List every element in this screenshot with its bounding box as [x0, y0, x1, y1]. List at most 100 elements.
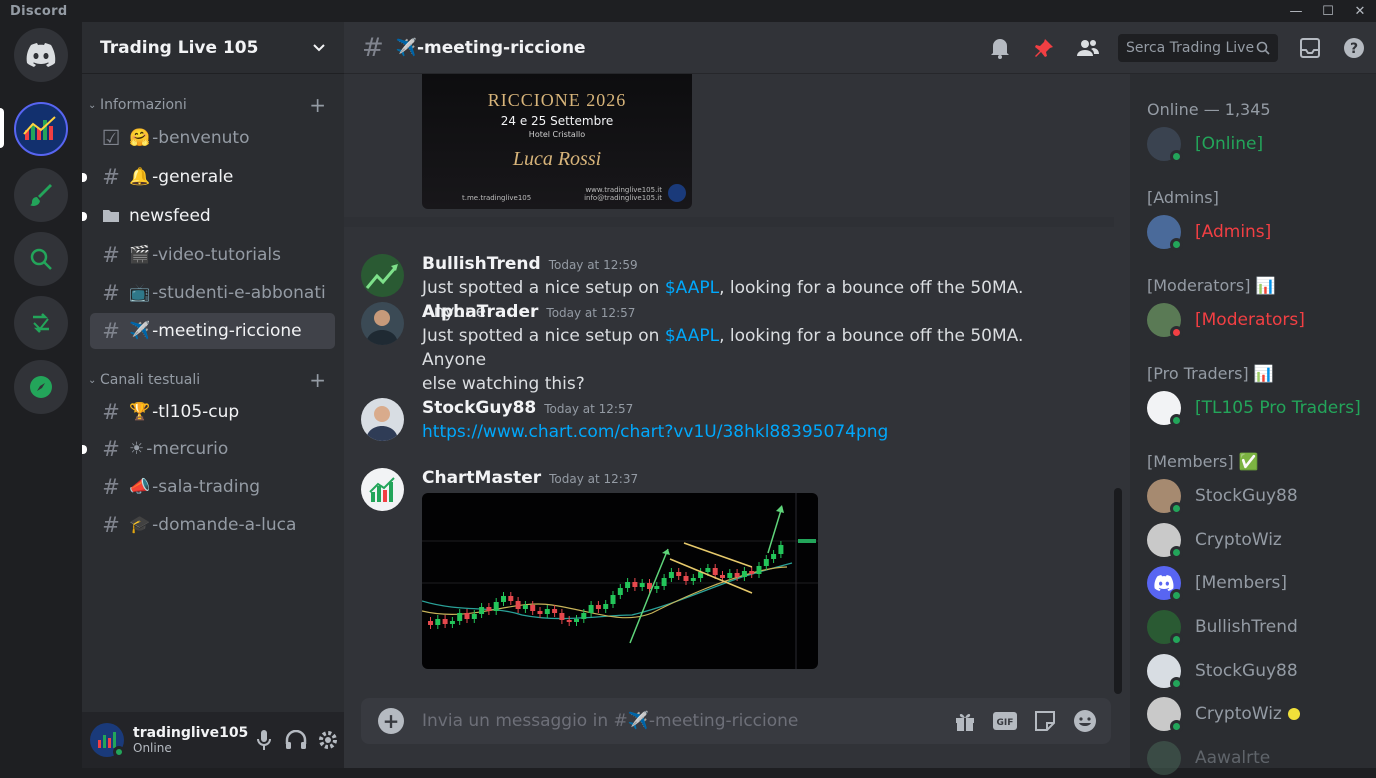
- candle-body: [668, 572, 674, 578]
- channel-mercurio[interactable]: # ☀ -mercurio: [90, 431, 335, 467]
- candle-body: [508, 596, 514, 601]
- hash-icon: #: [102, 281, 120, 305]
- app-title: Discord: [10, 3, 68, 19]
- category-informazioni[interactable]: ⌄ Informazioni +: [82, 93, 344, 117]
- chart-url-link[interactable]: https://www.chart.com/chart?vv1U/38hkl88…: [422, 422, 888, 442]
- explore-button[interactable]: [14, 232, 68, 286]
- member-list-toggle[interactable]: [1066, 22, 1110, 74]
- message-composer[interactable]: + Invia un messaggio in #✈️-meeting-ricc…: [361, 698, 1111, 744]
- message-author: StockGuy88 Today at 12:57: [422, 398, 633, 418]
- member-name: [Admins]: [1195, 222, 1272, 242]
- help-button[interactable]: ?: [1332, 22, 1376, 74]
- chart-up-icon: [369, 477, 395, 502]
- channel-meeting-riccione[interactable]: # ✈️ -meeting-riccione: [90, 313, 335, 349]
- inbox-icon: [1300, 38, 1320, 58]
- avatar[interactable]: [361, 468, 404, 511]
- sticker-button[interactable]: [1025, 698, 1065, 744]
- author-name[interactable]: BullishTrend: [422, 254, 541, 274]
- channel-label: -tl105-cup: [152, 402, 240, 422]
- member-item[interactable]: [Admins]: [1147, 212, 1372, 252]
- member-item[interactable]: StockGuy88: [1147, 476, 1372, 516]
- upload-button[interactable]: +: [378, 708, 404, 734]
- ticker-link[interactable]: $AAPL: [665, 326, 719, 346]
- member-item[interactable]: StockGuy88: [1147, 651, 1372, 691]
- avatar: [1147, 215, 1183, 251]
- channel-newsfeed[interactable]: newsfeed: [90, 198, 335, 234]
- headphones-icon: [285, 730, 307, 749]
- candle-body: [457, 613, 463, 621]
- transfer-button[interactable]: [14, 296, 68, 350]
- author-name[interactable]: StockGuy88: [422, 398, 536, 418]
- message-input[interactable]: Invia un messaggio in #✈️-meeting-riccio…: [422, 711, 945, 731]
- channel-label: -meeting-riccione: [152, 321, 302, 341]
- server-header[interactable]: Trading Live 105: [82, 22, 344, 74]
- member-item[interactable]: Aawalrte: [1147, 738, 1372, 778]
- close-button[interactable]: ✕: [1344, 0, 1376, 22]
- channel-emoji: 🔔: [129, 167, 151, 187]
- candle-body: [471, 614, 477, 619]
- member-item[interactable]: CryptoWiz: [1147, 694, 1372, 734]
- avatar[interactable]: [361, 398, 404, 441]
- add-channel-icon[interactable]: +: [309, 368, 326, 392]
- avatar: [1147, 741, 1181, 775]
- member-item[interactable]: CryptoWiz: [1147, 520, 1372, 560]
- mute-button[interactable]: [248, 723, 280, 757]
- server-icon-trading-live-105[interactable]: [14, 102, 68, 156]
- user-settings-button[interactable]: [312, 723, 344, 757]
- pinned-messages-button[interactable]: [1022, 22, 1066, 74]
- channel-studenti-e-abbonati[interactable]: # 📺 -studenti-e-abbonati: [90, 275, 335, 311]
- channel-sala-trading[interactable]: # 📣 -sala-trading: [90, 469, 335, 505]
- scrollbar[interactable]: [1114, 488, 1122, 694]
- member-group-header: Online — 1,345: [1147, 100, 1271, 119]
- home-button[interactable]: [14, 28, 68, 82]
- author-name[interactable]: AlphaTrader: [422, 302, 538, 322]
- chart-image-attachment[interactable]: [422, 493, 818, 669]
- avatar[interactable]: [361, 302, 404, 345]
- author-name[interactable]: ChartMaster: [422, 468, 541, 488]
- channel-label: -sala-trading: [152, 477, 261, 497]
- candle-body: [771, 554, 777, 559]
- sticker-icon: [1035, 711, 1055, 731]
- notification-settings-button[interactable]: [978, 22, 1022, 74]
- candle-body: [712, 568, 718, 575]
- member-group-header: [Pro Traders] 📊: [1147, 364, 1274, 383]
- category-canali-testuali[interactable]: ⌄ Canali testuali +: [82, 368, 344, 392]
- candle-body: [639, 583, 645, 587]
- gift-button[interactable]: [945, 698, 985, 744]
- poster-footer-right-2: info@tradinglive105.it: [584, 194, 662, 202]
- channel-generale[interactable]: # 🔔 -generale: [90, 159, 335, 195]
- deafen-button[interactable]: [280, 723, 312, 757]
- channel-tl105-cup[interactable]: # 🏆 -tl105-cup: [90, 394, 335, 430]
- candle-body: [537, 611, 543, 614]
- candle-body: [581, 613, 587, 619]
- member-item[interactable]: [Members]: [1147, 563, 1372, 603]
- message-divider: [344, 217, 1114, 227]
- channel-benvenuto[interactable]: ☑ 🤗 -benvenuto: [90, 120, 335, 156]
- avatar[interactable]: [90, 723, 125, 758]
- minimize-button[interactable]: —: [1280, 0, 1312, 22]
- paintbrush-server[interactable]: [14, 168, 68, 222]
- channel-domande-a-luca[interactable]: # 🎓 -domande-a-luca: [90, 507, 335, 543]
- member-name: [Online]: [1195, 134, 1264, 154]
- candle-body: [464, 613, 470, 619]
- gif-button[interactable]: GIF: [985, 698, 1025, 744]
- candle-body: [501, 596, 506, 602]
- discover-button[interactable]: [14, 360, 68, 414]
- add-channel-icon[interactable]: +: [309, 93, 326, 117]
- member-name: [Moderators]: [1195, 310, 1305, 330]
- member-item[interactable]: [Moderators]: [1147, 300, 1372, 340]
- member-item[interactable]: [TL105 Pro Traders]: [1147, 388, 1372, 428]
- emoji-button[interactable]: [1065, 698, 1105, 744]
- ticker-link[interactable]: $AAPL: [665, 278, 719, 298]
- inbox-button[interactable]: [1288, 22, 1332, 74]
- maximize-button[interactable]: ☐: [1312, 0, 1344, 22]
- online-status-icon: [1170, 502, 1183, 515]
- avatar[interactable]: [361, 254, 404, 297]
- gift-icon: [956, 713, 974, 731]
- member-item[interactable]: BullishTrend: [1147, 607, 1372, 647]
- channel-video-tutorials[interactable]: # 🎬 -video-tutorials: [90, 237, 335, 273]
- search-input[interactable]: Serca Trading Live: [1118, 34, 1278, 62]
- member-item[interactable]: [Online]: [1147, 124, 1372, 164]
- poster-image[interactable]: RICCIONE 2026 24 e 25 Settembre Hotel Cr…: [422, 62, 692, 209]
- rules-channel-icon: ☑: [101, 126, 121, 150]
